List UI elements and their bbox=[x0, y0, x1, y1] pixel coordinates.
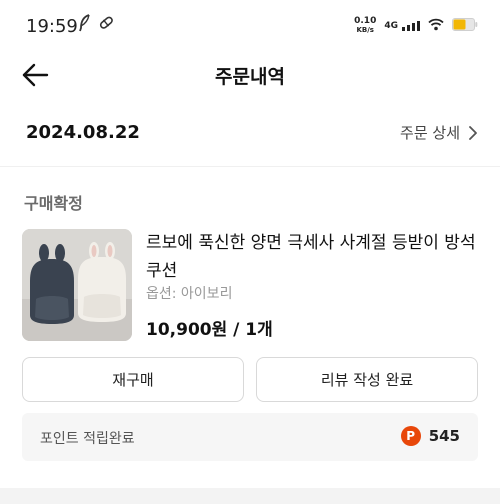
notification-icons bbox=[78, 14, 114, 36]
order-date-row: 2024.08.22 주문 상세 bbox=[0, 116, 500, 152]
cellular-signal-icon: 4G bbox=[384, 20, 420, 31]
points-value-group: P 545 bbox=[400, 426, 460, 446]
status-time: 19:59 bbox=[26, 16, 78, 37]
feather-icon bbox=[78, 14, 92, 36]
chevron-right-icon bbox=[469, 125, 477, 140]
status-bar: 19:59 0.10 KB/s 4G bbox=[0, 0, 500, 52]
network-type: 4G bbox=[384, 20, 398, 31]
order-status: 구매확정 bbox=[24, 194, 83, 213]
product-price: 10,900원 / 1개 bbox=[146, 320, 273, 340]
points-box: 포인트 적립완료 P 545 bbox=[22, 413, 478, 461]
product-item[interactable]: 르보에 푹신한 양면 극세사 사계절 등받이 방석 쿠션 옵션: 아이보리 10… bbox=[22, 229, 478, 343]
bottom-strip bbox=[0, 488, 500, 504]
network-speed-value: 0.10 bbox=[354, 15, 377, 26]
pill-icon bbox=[98, 15, 114, 35]
app-header: 주문내역 bbox=[0, 52, 500, 100]
order-detail-link[interactable]: 주문 상세 bbox=[400, 122, 478, 143]
product-name[interactable]: 르보에 푹신한 양면 극세사 사계절 등받이 방석 쿠션 bbox=[146, 229, 476, 285]
order-date: 2024.08.22 bbox=[26, 122, 140, 143]
points-label: 포인트 적립완료 bbox=[40, 431, 135, 447]
product-option: 옵션: 아이보리 bbox=[146, 286, 233, 302]
points-value: 545 bbox=[428, 427, 460, 445]
battery-icon bbox=[452, 16, 478, 35]
network-speed-unit: KB/s bbox=[356, 25, 374, 34]
status-right: 0.10 KB/s 4G bbox=[354, 16, 478, 35]
page-title: 주문내역 bbox=[215, 66, 285, 88]
order-detail-label: 주문 상세 bbox=[400, 124, 460, 142]
rebuy-button[interactable]: 재구매 bbox=[22, 357, 244, 402]
network-speed: 0.10 KB/s bbox=[354, 15, 377, 35]
product-thumbnail[interactable] bbox=[22, 229, 132, 341]
point-coin-icon: P bbox=[400, 426, 421, 446]
section-divider bbox=[0, 166, 500, 167]
review-complete-button[interactable]: 리뷰 작성 완료 bbox=[256, 357, 478, 402]
wifi-icon bbox=[428, 16, 444, 35]
